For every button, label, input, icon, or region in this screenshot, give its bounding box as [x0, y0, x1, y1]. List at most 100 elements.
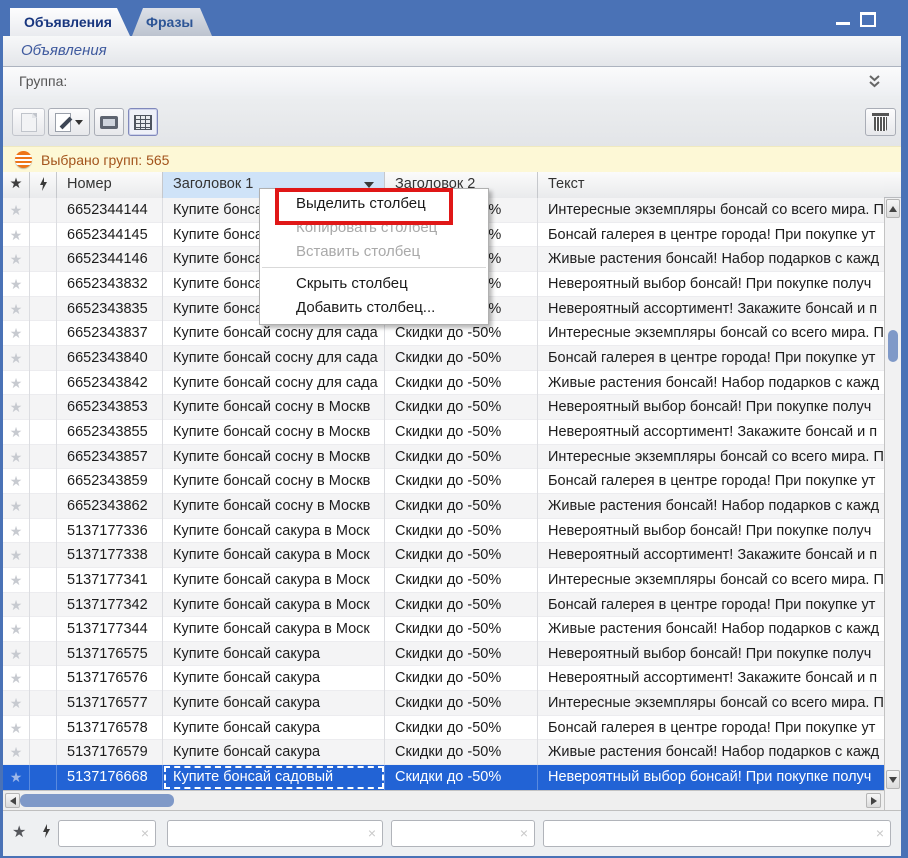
cell-title1[interactable]: Купите бонсай сакура в Моск [163, 617, 385, 642]
row-star-cell[interactable]: ★ [3, 494, 30, 519]
cell-number[interactable]: 5137176668 [57, 765, 163, 790]
cell-text[interactable]: Бонсай галерея в центре города! При поку… [538, 346, 884, 371]
cell-title2[interactable]: Скидки до -50% [385, 445, 538, 470]
row-star-cell[interactable]: ★ [3, 740, 30, 765]
filter-input-title1[interactable]: × [167, 820, 383, 847]
star-icon[interactable]: ★ [10, 769, 23, 785]
column-header-flash[interactable] [30, 172, 57, 198]
collapse-chevron-icon[interactable] [868, 74, 881, 93]
cell-title2[interactable]: Скидки до -50% [385, 543, 538, 568]
row-star-cell[interactable]: ★ [3, 272, 30, 297]
cell-title2[interactable]: Скидки до -50% [385, 593, 538, 618]
star-icon[interactable]: ★ [10, 523, 23, 539]
menu-item-paste-column[interactable]: Вставить столбец [260, 240, 488, 264]
cell-text[interactable]: Невероятный ассортимент! Закажите бонсай… [538, 666, 884, 691]
filter-input-text[interactable]: × [543, 820, 891, 847]
cell-number[interactable]: 6652343832 [57, 272, 163, 297]
table-row[interactable]: ★5137176576Купите бонсай сакураСкидки до… [3, 666, 884, 691]
star-icon[interactable]: ★ [10, 227, 23, 243]
table-row[interactable]: ★5137177336Купите бонсай сакура в МоскСк… [3, 519, 884, 544]
edit-button[interactable] [48, 108, 90, 136]
table-row[interactable]: ★5137177342Купите бонсай сакура в МоскСк… [3, 593, 884, 618]
cell-number[interactable]: 6652344145 [57, 223, 163, 248]
table-row[interactable]: ★5137176575Купите бонсай сакураСкидки до… [3, 642, 884, 667]
menu-item-hide-column[interactable]: Скрыть столбец [260, 272, 488, 296]
horizontal-scrollbar-thumb[interactable] [20, 794, 174, 807]
filter-title1-field[interactable] [172, 823, 362, 844]
cell-text[interactable]: Бонсай галерея в центре города! При поку… [538, 469, 884, 494]
cell-title1[interactable]: Купите бонсай сосну для сада [163, 371, 385, 396]
maximize-icon[interactable] [860, 12, 876, 27]
new-item-button[interactable] [12, 108, 45, 136]
row-star-cell[interactable]: ★ [3, 666, 30, 691]
cell-number[interactable]: 5137176579 [57, 740, 163, 765]
cell-title2[interactable]: Скидки до -50% [385, 519, 538, 544]
table-row[interactable]: ★6652343862Купите бонсай сосну в МосквСк… [3, 494, 884, 519]
cell-number[interactable]: 6652343837 [57, 321, 163, 346]
horizontal-scrollbar[interactable] [3, 790, 884, 810]
row-star-cell[interactable]: ★ [3, 395, 30, 420]
star-icon[interactable]: ★ [10, 276, 23, 292]
cell-title1[interactable]: Купите бонсай сосну в Москв [163, 469, 385, 494]
cell-text[interactable]: Невероятный выбор бонсай! При покупке по… [538, 272, 884, 297]
row-star-cell[interactable]: ★ [3, 223, 30, 248]
star-icon[interactable]: ★ [10, 301, 23, 317]
cell-text[interactable]: Живые растения бонсай! Набор подарков с … [538, 371, 884, 396]
star-icon[interactable]: ★ [10, 646, 23, 662]
cell-text[interactable]: Невероятный выбор бонсай! При покупке по… [538, 395, 884, 420]
table-row[interactable]: ★ 6652343840Купите бонсай сосну для садаС… [3, 346, 884, 371]
cell-text[interactable]: Живые растения бонсай! Набор подарков с … [538, 494, 884, 519]
row-star-cell[interactable]: ★ [3, 247, 30, 272]
row-star-cell[interactable]: ★ [3, 297, 30, 322]
cell-text[interactable]: Невероятный выбор бонсай! При покупке по… [538, 765, 884, 790]
edit-dropdown-icon[interactable] [75, 120, 83, 125]
star-icon[interactable]: ★ [10, 720, 23, 736]
cell-number[interactable]: 6652343857 [57, 445, 163, 470]
table-row[interactable]: ★5137176578Купите бонсай сакураСкидки до… [3, 716, 884, 741]
cell-text[interactable]: Интересные экземпляры бонсай со всего ми… [538, 198, 884, 223]
cell-text[interactable]: Интересные экземпляры бонсай со всего ми… [538, 321, 884, 346]
cell-title1[interactable]: Купите бонсай сакура [163, 666, 385, 691]
cell-title2[interactable]: Скидки до -50% [385, 642, 538, 667]
cell-title1[interactable]: Купите бонсай сакура в Моск [163, 568, 385, 593]
table-row[interactable]: ★5137176668Купите бонсай садовыйСкидки д… [3, 765, 884, 790]
cell-title1[interactable]: Купите бонсай сосну в Москв [163, 420, 385, 445]
cell-title1[interactable]: Купите бонсай сосну в Москв [163, 494, 385, 519]
cell-text[interactable]: Живые растения бонсай! Набор подарков с … [538, 247, 884, 272]
table-row[interactable]: ★5137176577Купите бонсай сакураСкидки до… [3, 691, 884, 716]
cell-title1[interactable]: Купите бонсай сосну для сада [163, 346, 385, 371]
cell-number[interactable]: 6652343840 [57, 346, 163, 371]
cell-title2[interactable]: Скидки до -50% [385, 617, 538, 642]
cell-title2[interactable]: Скидки до -50% [385, 420, 538, 445]
clear-icon[interactable]: × [368, 825, 376, 841]
cell-title2[interactable]: Скидки до -50% [385, 691, 538, 716]
cell-number[interactable]: 6652343853 [57, 395, 163, 420]
cell-title1[interactable]: Купите бонсай сосну в Москв [163, 395, 385, 420]
star-icon[interactable]: ★ [10, 597, 23, 613]
cell-title2[interactable]: Скидки до -50% [385, 346, 538, 371]
star-icon[interactable]: ★ [10, 473, 23, 489]
scroll-up-button[interactable] [886, 199, 900, 218]
cell-text[interactable]: Невероятный выбор бонсай! При покупке по… [538, 519, 884, 544]
minimize-icon[interactable] [836, 22, 850, 25]
filter-title2-field[interactable] [396, 823, 514, 844]
cell-number[interactable]: 6652344146 [57, 247, 163, 272]
cell-title2[interactable]: Скидки до -50% [385, 469, 538, 494]
star-icon[interactable]: ★ [10, 325, 23, 341]
cell-text[interactable]: Интересные экземпляры бонсай со всего ми… [538, 691, 884, 716]
star-icon[interactable]: ★ [10, 350, 23, 366]
row-star-cell[interactable]: ★ [3, 198, 30, 223]
filter-text-field[interactable] [548, 823, 870, 844]
cell-title1[interactable]: Купите бонсай сакура [163, 691, 385, 716]
column-header-text[interactable]: Текст [538, 172, 884, 198]
cell-title2[interactable]: Скидки до -50% [385, 568, 538, 593]
cell-text[interactable]: Невероятный ассортимент! Закажите бонсай… [538, 297, 884, 322]
cell-number[interactable]: 6652343859 [57, 469, 163, 494]
cell-title2[interactable]: Скидки до -50% [385, 765, 538, 790]
star-icon[interactable]: ★ [10, 621, 23, 637]
cell-text[interactable]: Невероятный ассортимент! Закажите бонсай… [538, 420, 884, 445]
clear-icon[interactable]: × [520, 825, 528, 841]
cell-title1[interactable]: Купите бонсай сакура в Моск [163, 543, 385, 568]
star-icon[interactable]: ★ [10, 375, 23, 391]
star-icon[interactable]: ★ [10, 399, 23, 415]
